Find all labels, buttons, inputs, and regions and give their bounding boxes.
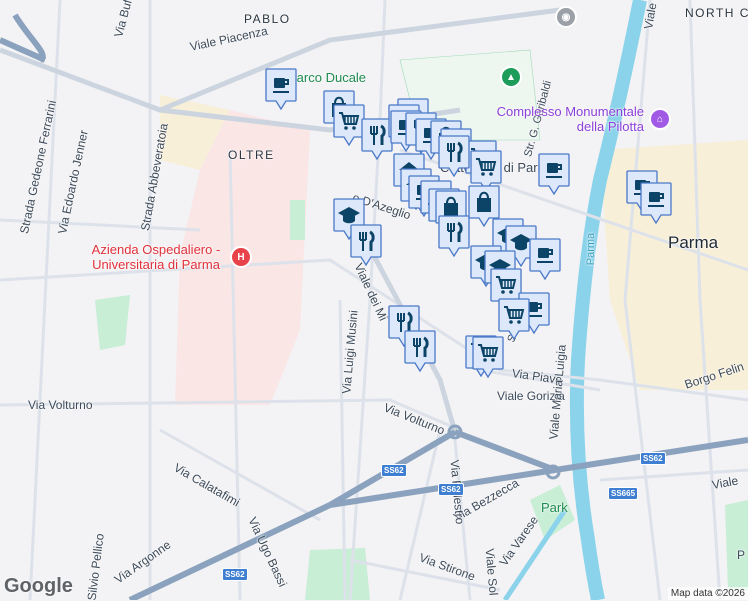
label-hospital[interactable]: Azienda Ospedaliero - Universitaria di P… [86,242,226,272]
label-parma-city: Parma [668,233,719,252]
route-shield-ss62: SS62 [381,464,407,477]
cafe-icon [529,238,561,281]
food-marker[interactable] [438,135,470,178]
label-parma-river: Parma [585,232,598,266]
route-shield-ss665: SS665 [608,487,639,500]
museum-icon[interactable]: ⌂ [649,108,671,130]
google-logo: Google [4,575,73,597]
label-pablo: PABLO [244,12,291,26]
route-shield-ss62: SS62 [438,483,464,496]
park-area [95,295,130,350]
food-marker[interactable] [404,330,436,373]
park-area [290,200,305,240]
food-marker[interactable] [438,215,470,258]
park-area [725,500,748,590]
food-icon [438,215,470,258]
cafe-marker[interactable] [538,153,570,196]
cafe-icon [265,68,297,111]
cafe-icon [640,182,672,225]
label-via-volturno-west: Via Volturno [28,398,93,412]
city-center-area [600,140,748,390]
route-shield-ss62: SS62 [640,452,666,465]
route-shield-ss62: SS62 [222,568,248,581]
cafe-marker[interactable] [529,238,561,281]
park-area [305,548,370,600]
park-tree-icon[interactable]: ▲ [500,66,522,88]
label-p-right: P [737,548,746,562]
label-parco-ducale[interactable]: Parco Ducale [288,70,366,85]
cart-marker[interactable] [472,336,504,379]
label-pilotta[interactable]: Complesso Monumentale della Pilotta [484,104,644,134]
food-icon [438,135,470,178]
cafe-icon [538,153,570,196]
hospital-icon[interactable]: H [230,246,252,268]
food-icon [404,330,436,373]
map-attribution[interactable]: Map data ©2026 [667,587,748,600]
cafe-marker[interactable] [265,68,297,111]
cart-marker[interactable] [498,298,530,341]
camera-icon[interactable]: ◉ [555,6,577,28]
label-oltretorrente: OLTRE [228,148,275,162]
food-marker[interactable] [350,224,382,267]
label-park[interactable]: Park [541,500,568,515]
cart-icon [498,298,530,341]
label-north: NORTH C [685,6,748,20]
cart-icon [472,336,504,379]
cafe-marker[interactable] [640,182,672,225]
food-icon [350,224,382,267]
